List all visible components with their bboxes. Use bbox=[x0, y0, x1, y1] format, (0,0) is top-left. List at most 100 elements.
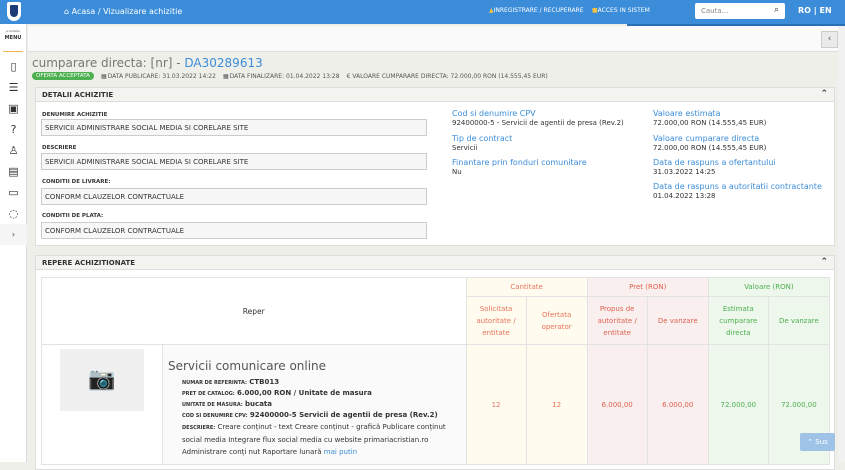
procurement-code[interactable]: DA30289613 bbox=[184, 56, 262, 70]
info-label: Valoare estimata bbox=[653, 109, 721, 118]
info-value: 72.000,00 RON (14.555,45 EUR) bbox=[653, 119, 767, 127]
price-sale: 6.000,00 bbox=[646, 344, 709, 465]
delivery-field[interactable]: CONFORM CLAUZELOR CONTRACTUALE bbox=[41, 188, 427, 205]
info-label: Tip de contract bbox=[452, 134, 513, 143]
monitor-icon[interactable]: ▭ bbox=[0, 182, 27, 203]
list-icon[interactable]: ☰ bbox=[0, 77, 27, 98]
value-estimated: 72.000,00 bbox=[707, 344, 769, 465]
info-value: 31.03.2022 14:25 bbox=[653, 168, 716, 176]
header-strip: ‹ bbox=[28, 26, 838, 52]
price-proposed: 6.000,00 bbox=[586, 344, 648, 465]
field-label: CONDITII DE LIVRARE: bbox=[42, 179, 111, 185]
ref-label: NUMAR DE REFERINTA: bbox=[182, 380, 247, 386]
info-value: 92400000-5 - Servicii de agentii de pres… bbox=[452, 119, 624, 127]
page-title: cumparare directa: [nr] - DA30289613 bbox=[32, 56, 263, 70]
document-icon[interactable]: ▯ bbox=[0, 56, 27, 77]
info-value: 72.000,00 RON (14.555,45 EUR) bbox=[653, 144, 767, 152]
ref-value: CTB013 bbox=[249, 378, 280, 386]
field-label: CONDITII DE PLATA: bbox=[42, 213, 104, 219]
login-link[interactable]: ■ACCES IN SISTEM bbox=[592, 7, 650, 14]
chevron-up-icon[interactable]: ⌃ bbox=[820, 89, 828, 99]
col-de-vanzare-pret: De vanzare bbox=[646, 296, 709, 345]
user-tree-icon[interactable]: ♙ bbox=[0, 140, 27, 161]
qty-offered: 12 bbox=[525, 344, 588, 465]
back-to-top-button[interactable]: ⌃ Sus bbox=[800, 433, 835, 451]
desc-value: Creare conținut - text Creare conținut -… bbox=[182, 423, 446, 456]
top-bar: ⌂ Acasa / Vizualizare achizitie ▲INREGIS… bbox=[0, 0, 845, 24]
collapse-button[interactable]: ‹ bbox=[821, 31, 838, 48]
meta-row: OFERTA ACCEPTATA ▦ DATA PUBLICARE: 31.03.… bbox=[32, 72, 548, 80]
direct-purchase-value: € VALOARE CUMPARARE DIRECTA: 72.000,00 R… bbox=[346, 72, 548, 80]
col-reper: Reper bbox=[41, 277, 467, 345]
register-link[interactable]: ▲INREGISTRARE / RECUPERARE bbox=[489, 7, 584, 14]
info-value: Nu bbox=[452, 168, 462, 176]
col-ofertata: Ofertata operator bbox=[525, 296, 588, 345]
name-field[interactable]: SERVICII ADMINISTRARE SOCIAL MEDIA SI CO… bbox=[41, 119, 427, 136]
search-icon[interactable]: ⌕ bbox=[774, 5, 779, 15]
field-label: DENUMIRE ACHIZITIE bbox=[42, 112, 108, 118]
reper-cell: 📷 Servicii comunicare online NUMAR DE RE… bbox=[41, 344, 467, 465]
divider bbox=[3, 51, 23, 52]
col-propus: Propus de autoritate / entitate bbox=[586, 296, 648, 345]
info-value: Servicii bbox=[452, 144, 478, 152]
help-icon[interactable]: ? bbox=[0, 119, 27, 140]
panel-header[interactable]: REPERE ACHIZITIONATE ⌃ bbox=[36, 256, 834, 270]
lang-en[interactable]: EN bbox=[819, 6, 831, 15]
calendar-icon: ▦ bbox=[222, 72, 229, 80]
item-details: NUMAR DE REFERINTA: CTB013 PRET DE CATAL… bbox=[168, 377, 463, 458]
col-estimata: Estimata cumparare directa bbox=[707, 296, 769, 345]
register-label: INREGISTRARE / RECUPERARE bbox=[493, 7, 584, 14]
panel-header[interactable]: DETALII ACHIZITIE ⌃ bbox=[36, 88, 834, 102]
item-name: Servicii comunicare online bbox=[168, 359, 327, 373]
catalog-icon[interactable]: ▣ bbox=[0, 98, 27, 119]
finish-date: DATA FINALIZARE: 01.04.2022 13:28 bbox=[229, 72, 340, 80]
unit-value: bucata bbox=[245, 400, 272, 408]
col-pret: Pret (RON) bbox=[586, 277, 709, 297]
home-icon: ⌂ bbox=[64, 7, 70, 16]
calendar-icon: ▦ bbox=[100, 72, 107, 80]
panel-title: REPERE ACHIZITIONATE bbox=[42, 259, 136, 267]
qty-requested: 12 bbox=[465, 344, 527, 465]
info-label: Data de raspuns a ofertantului bbox=[653, 158, 776, 167]
col-solicitata: Solicitata autoritate / entitate bbox=[465, 296, 527, 345]
field-label: DESCRIERE bbox=[42, 145, 77, 151]
show-less-link[interactable]: mai putin bbox=[324, 448, 357, 456]
panel-title: DETALII ACHIZITIE bbox=[42, 91, 114, 99]
col-cantitate: Cantitate bbox=[465, 277, 588, 297]
info-label: Cod si denumire CPV bbox=[452, 109, 536, 118]
ai-icon[interactable]: ▤ bbox=[0, 161, 27, 182]
logo[interactable] bbox=[7, 2, 21, 21]
repere-panel: REPERE ACHIZITIONATE ⌃ Reper Cantitate Pr… bbox=[35, 255, 835, 470]
scrollbar[interactable] bbox=[838, 26, 845, 462]
search-placeholder: Cauta... bbox=[701, 7, 729, 15]
camera-icon: 📷 bbox=[60, 349, 144, 411]
cpv-label: COD SI DENUMIRE CPV: bbox=[182, 413, 248, 419]
details-panel: DETALII ACHIZITIE ⌃ DENUMIRE ACHIZITIE SE… bbox=[35, 87, 835, 246]
lang-ro[interactable]: RO bbox=[798, 6, 811, 15]
title-prefix: cumparare directa: [nr] - bbox=[32, 56, 185, 70]
chevron-up-icon[interactable]: ⌃ bbox=[820, 257, 828, 267]
search-input[interactable]: Cauta... ⌕ bbox=[695, 3, 785, 19]
info-label: Finantare prin fonduri comunitare bbox=[452, 158, 587, 167]
info-label: Valoare cumparare directa bbox=[653, 134, 760, 143]
col-de-vanzare-val: De vanzare bbox=[767, 296, 831, 345]
chat-icon[interactable]: ◌ bbox=[0, 203, 27, 224]
back-to-top-label: Sus bbox=[815, 438, 828, 446]
table-row: 📷 Servicii comunicare online NUMAR DE RE… bbox=[41, 344, 831, 465]
expand-icon[interactable]: › bbox=[0, 224, 27, 245]
description-field[interactable]: SERVICII ADMINISTRARE SOCIAL MEDIA SI CO… bbox=[41, 153, 427, 170]
menu-label[interactable]: MENU bbox=[0, 35, 26, 41]
payment-field[interactable]: CONFORM CLAUZELOR CONTRACTUALE bbox=[41, 222, 427, 239]
breadcrumb-home[interactable]: Acasa bbox=[72, 7, 96, 16]
col-valoare: Valoare (RON) bbox=[707, 277, 831, 297]
login-label: ACCES IN SISTEM bbox=[597, 7, 650, 14]
chevron-up-icon: ⌃ bbox=[807, 438, 814, 446]
cpv-value: 92400000-5 Servicii de agentii de presa … bbox=[249, 411, 438, 419]
publish-date: DATA PUBLICARE: 31.03.2022 14:22 bbox=[107, 72, 216, 80]
language-switch: RO | EN bbox=[798, 6, 832, 15]
breadcrumb-separator: / bbox=[97, 7, 101, 16]
lang-sep: | bbox=[813, 6, 817, 15]
items-table: Reper Cantitate Pret (RON) Valoare (RON)… bbox=[41, 277, 831, 465]
sidebar: e-licitatie MENU ▯ ☰ ▣ ? ♙ ▤ ▭ ◌ › bbox=[0, 24, 27, 462]
breadcrumb-current: Vizualizare achizitie bbox=[103, 7, 183, 16]
